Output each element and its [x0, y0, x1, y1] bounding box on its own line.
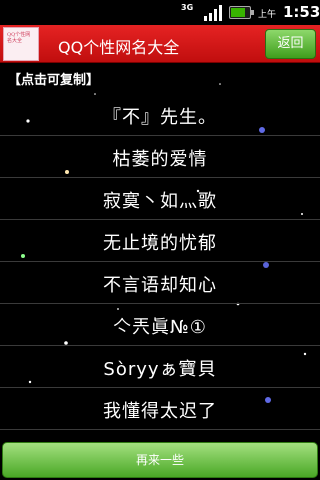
list-item[interactable]: 『不』先生。 — [0, 94, 320, 136]
battery-icon — [229, 6, 254, 19]
back-button[interactable]: 返回 — [265, 29, 316, 59]
list-item[interactable]: 寂寞丶如灬歌 — [0, 178, 320, 220]
app-logo-icon: QQ个性网名大全 — [3, 27, 39, 61]
list-item-text: Sòryyぁ寶貝 — [103, 359, 217, 380]
list-item-text: 亽兲眞№① — [113, 317, 207, 338]
list-item-text: 无止境的忧郁 — [103, 233, 217, 254]
title-bar: QQ个性网名大全 QQ个性网名大全 返回 — [0, 25, 320, 63]
list-item[interactable]: 无止境的忧郁 — [0, 220, 320, 262]
list-item-text: 枯萎的爱情 — [112, 149, 208, 170]
list-item[interactable]: 不言语却知心 — [0, 262, 320, 304]
name-list-panel[interactable]: 【点击可复制】 『不』先生。 枯萎的爱情 寂寞丶如灬歌 无止境的忧郁 不言语却知… — [0, 64, 320, 442]
load-more-button[interactable]: 再来一些 — [2, 442, 318, 478]
list-item-text: 我懂得太迟了 — [103, 401, 217, 422]
page-title: QQ个性网名大全 — [58, 38, 180, 57]
list-item[interactable]: 我懂得太迟了 — [0, 388, 320, 430]
list-item-text: 寂寞丶如灬歌 — [103, 191, 217, 212]
list-item-text: 不言语却知心 — [103, 275, 217, 296]
name-list: 『不』先生。 枯萎的爱情 寂寞丶如灬歌 无止境的忧郁 不言语却知心 亽兲眞№① … — [0, 94, 320, 430]
list-item[interactable]: 亽兲眞№① — [0, 304, 320, 346]
list-item[interactable]: 枯萎的爱情 — [0, 136, 320, 178]
bottom-bar: 再来一些 — [0, 442, 320, 480]
list-item[interactable]: Sòryyぁ寶貝 — [0, 346, 320, 388]
status-ampm: 上午 — [258, 10, 277, 20]
copy-hint: 【点击可复制】 — [8, 73, 100, 88]
signal-strength-icon — [204, 5, 222, 21]
status-bar: 3G 上午 1:53 — [0, 0, 320, 25]
list-item-text: 『不』先生。 — [103, 107, 217, 128]
status-clock: 1:53 — [283, 3, 320, 21]
network-type-icon: 3G — [181, 3, 194, 12]
